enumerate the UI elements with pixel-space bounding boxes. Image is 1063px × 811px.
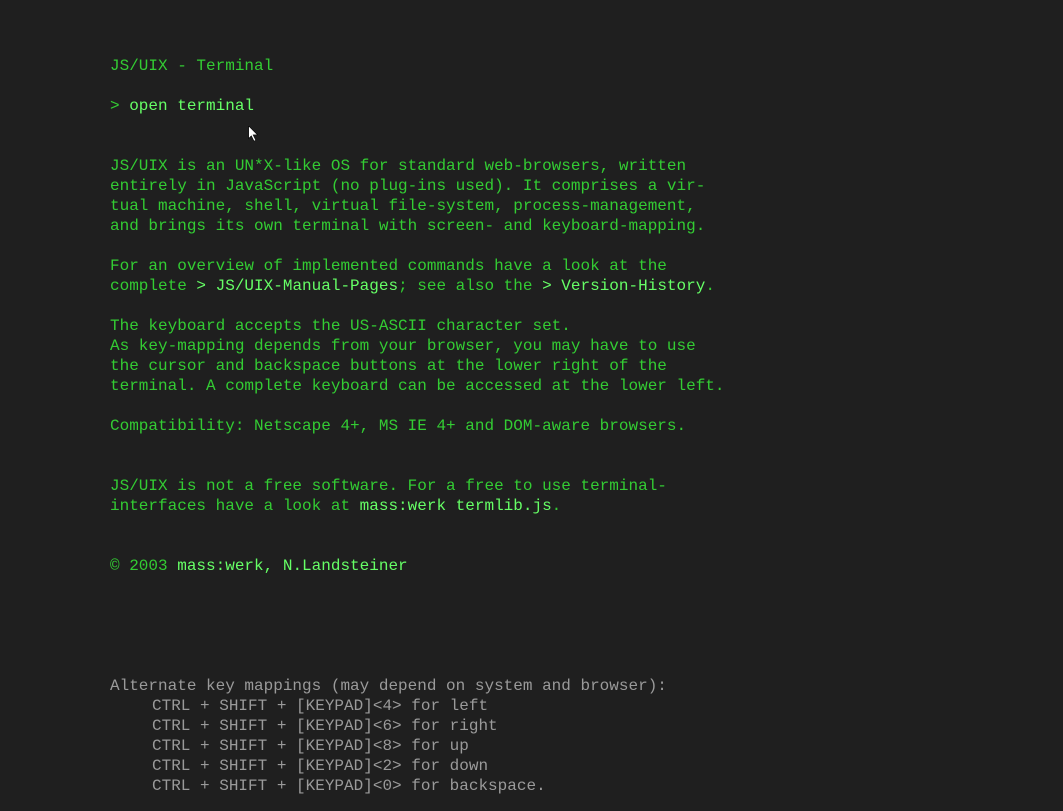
intro-line: JS/UIX is an UN*X-like OS for standard w… xyxy=(110,156,930,176)
mappings-section: Alternate key mappings (may depend on sy… xyxy=(110,676,930,796)
overview-gt: > xyxy=(542,277,561,295)
nonfree-text: interfaces have a look at xyxy=(110,497,360,515)
keyboard-line: the cursor and backspace buttons at the … xyxy=(110,356,930,376)
overview-gt: > xyxy=(196,277,215,295)
mapping-row: CTRL + SHIFT + [KEYPAD]<0> for backspace… xyxy=(110,776,930,796)
mapping-row: CTRL + SHIFT + [KEYPAD]<6> for right xyxy=(110,716,930,736)
copyright-text: © 2003 xyxy=(110,557,177,575)
copyright-line: © 2003 mass:werk, N.Landsteiner xyxy=(110,556,930,576)
keyboard-line: As key-mapping depends from your browser… xyxy=(110,336,930,356)
overview-end: . xyxy=(705,277,715,295)
nonfree-end: . xyxy=(552,497,562,515)
termlib-link[interactable]: mass:werk termlib.js xyxy=(360,497,552,515)
mapping-row: CTRL + SHIFT + [KEYPAD]<4> for left xyxy=(110,696,930,716)
overview-paragraph: For an overview of implemented commands … xyxy=(110,256,930,296)
nonfree-line: interfaces have a look at mass:werk term… xyxy=(110,496,930,516)
intro-line: and brings its own terminal with screen-… xyxy=(110,216,930,236)
version-history-link[interactable]: Version-History xyxy=(561,277,705,295)
mapping-row: CTRL + SHIFT + [KEYPAD]<8> for up xyxy=(110,736,930,756)
keyboard-line: terminal. A complete keyboard can be acc… xyxy=(110,376,930,396)
overview-text: complete xyxy=(110,277,196,295)
manual-pages-link[interactable]: JS/UIX-Manual-Pages xyxy=(216,277,398,295)
mappings-heading: Alternate key mappings (may depend on sy… xyxy=(110,676,930,696)
overview-sep: ; see also the xyxy=(398,277,542,295)
overview-line: complete > JS/UIX-Manual-Pages; see also… xyxy=(110,276,930,296)
compat-line: Compatibility: Netscape 4+, MS IE 4+ and… xyxy=(110,416,930,436)
page-title: JS/UIX - Terminal xyxy=(110,56,930,76)
intro-paragraph: JS/UIX is an UN*X-like OS for standard w… xyxy=(110,156,930,236)
overview-line: For an overview of implemented commands … xyxy=(110,256,930,276)
keyboard-line: The keyboard accepts the US-ASCII charac… xyxy=(110,316,930,336)
open-terminal-line: > open terminal xyxy=(110,96,930,116)
intro-line: tual machine, shell, virtual file-system… xyxy=(110,196,930,216)
masswerk-link[interactable]: mass:werk, N.Landsteiner xyxy=(177,557,407,575)
keyboard-paragraph: The keyboard accepts the US-ASCII charac… xyxy=(110,316,930,396)
open-terminal-prefix: > xyxy=(110,97,129,115)
nonfree-paragraph: JS/UIX is not a free software. For a fre… xyxy=(110,476,930,516)
mapping-row: CTRL + SHIFT + [KEYPAD]<2> for down xyxy=(110,756,930,776)
nonfree-line: JS/UIX is not a free software. For a fre… xyxy=(110,476,930,496)
open-terminal-link[interactable]: open terminal xyxy=(129,97,254,115)
intro-line: entirely in JavaScript (no plug-ins used… xyxy=(110,176,930,196)
page-content: JS/UIX - Terminal > open terminal JS/UIX… xyxy=(0,0,930,796)
